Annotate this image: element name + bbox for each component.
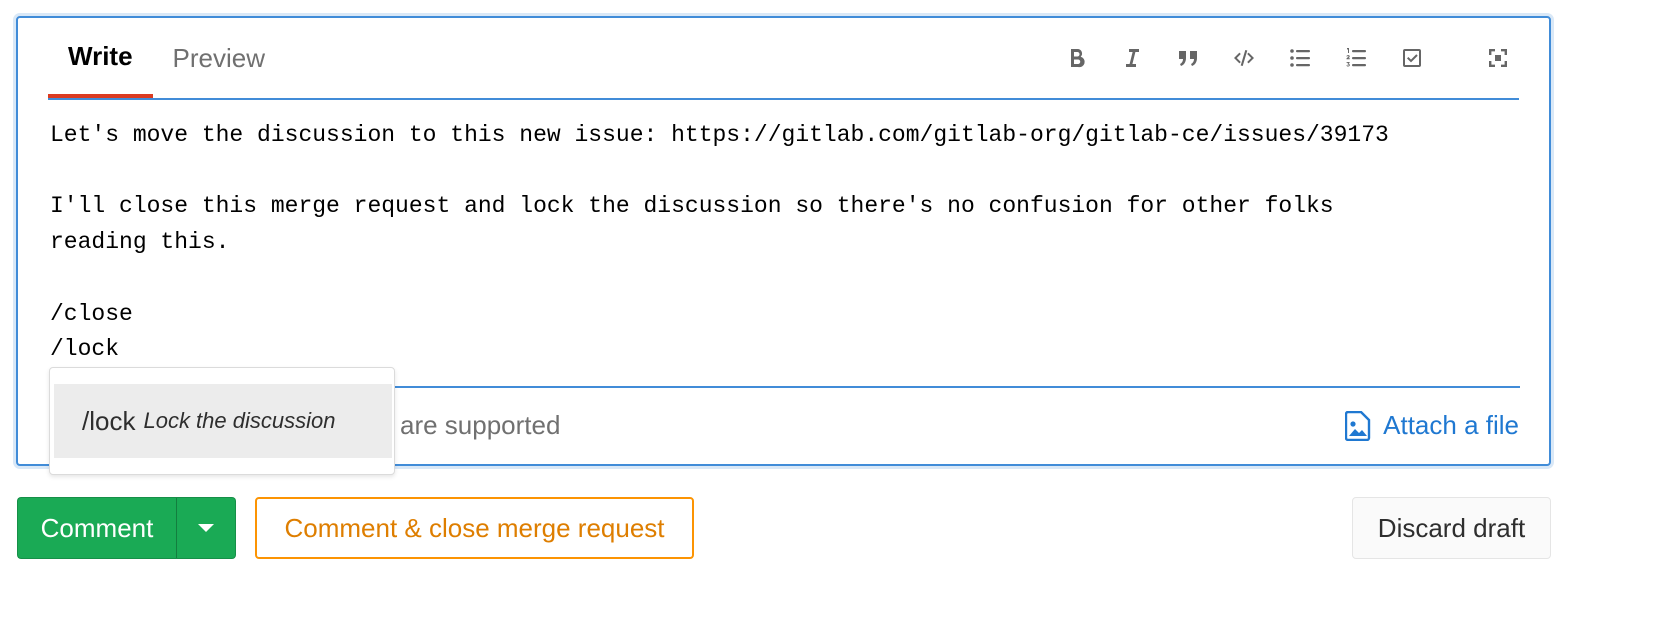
bold-icon[interactable] <box>1048 42 1104 74</box>
autocomplete-command: /lock <box>82 405 136 436</box>
comment-textarea[interactable]: Let's move the discussion to this new is… <box>50 118 1520 368</box>
caret-down-icon <box>198 524 214 532</box>
autocomplete-item[interactable]: /lock Lock the discussion <box>54 384 392 458</box>
comment-button[interactable]: Comment <box>17 497 176 559</box>
fullscreen-icon[interactable] <box>1470 42 1526 74</box>
task-list-icon[interactable] <box>1384 42 1440 74</box>
italic-icon[interactable] <box>1104 42 1160 74</box>
tab-divider <box>48 98 1519 100</box>
comment-close-mr-button[interactable]: Comment & close merge request <box>255 497 694 559</box>
autocomplete-description: Lock the discussion <box>143 408 336 433</box>
quick-action-autocomplete: /lock Lock the discussion <box>49 367 395 475</box>
numbered-list-icon[interactable] <box>1328 42 1384 74</box>
image-file-icon <box>1345 410 1371 441</box>
discard-draft-button[interactable]: Discard draft <box>1352 497 1551 559</box>
code-icon[interactable] <box>1216 42 1272 74</box>
markdown-toolbar <box>1048 42 1526 74</box>
markdown-hint: are supported <box>400 410 561 440</box>
quote-icon[interactable] <box>1160 42 1216 74</box>
tab-write[interactable]: Write <box>48 18 153 98</box>
editor-tabs: Write Preview <box>48 18 285 98</box>
attach-file-label: Attach a file <box>1383 410 1519 440</box>
comment-dropdown-button[interactable] <box>176 497 236 559</box>
tab-preview[interactable]: Preview <box>153 18 285 98</box>
attach-file-button[interactable]: Attach a file <box>1345 410 1519 441</box>
bulleted-list-icon[interactable] <box>1272 42 1328 74</box>
